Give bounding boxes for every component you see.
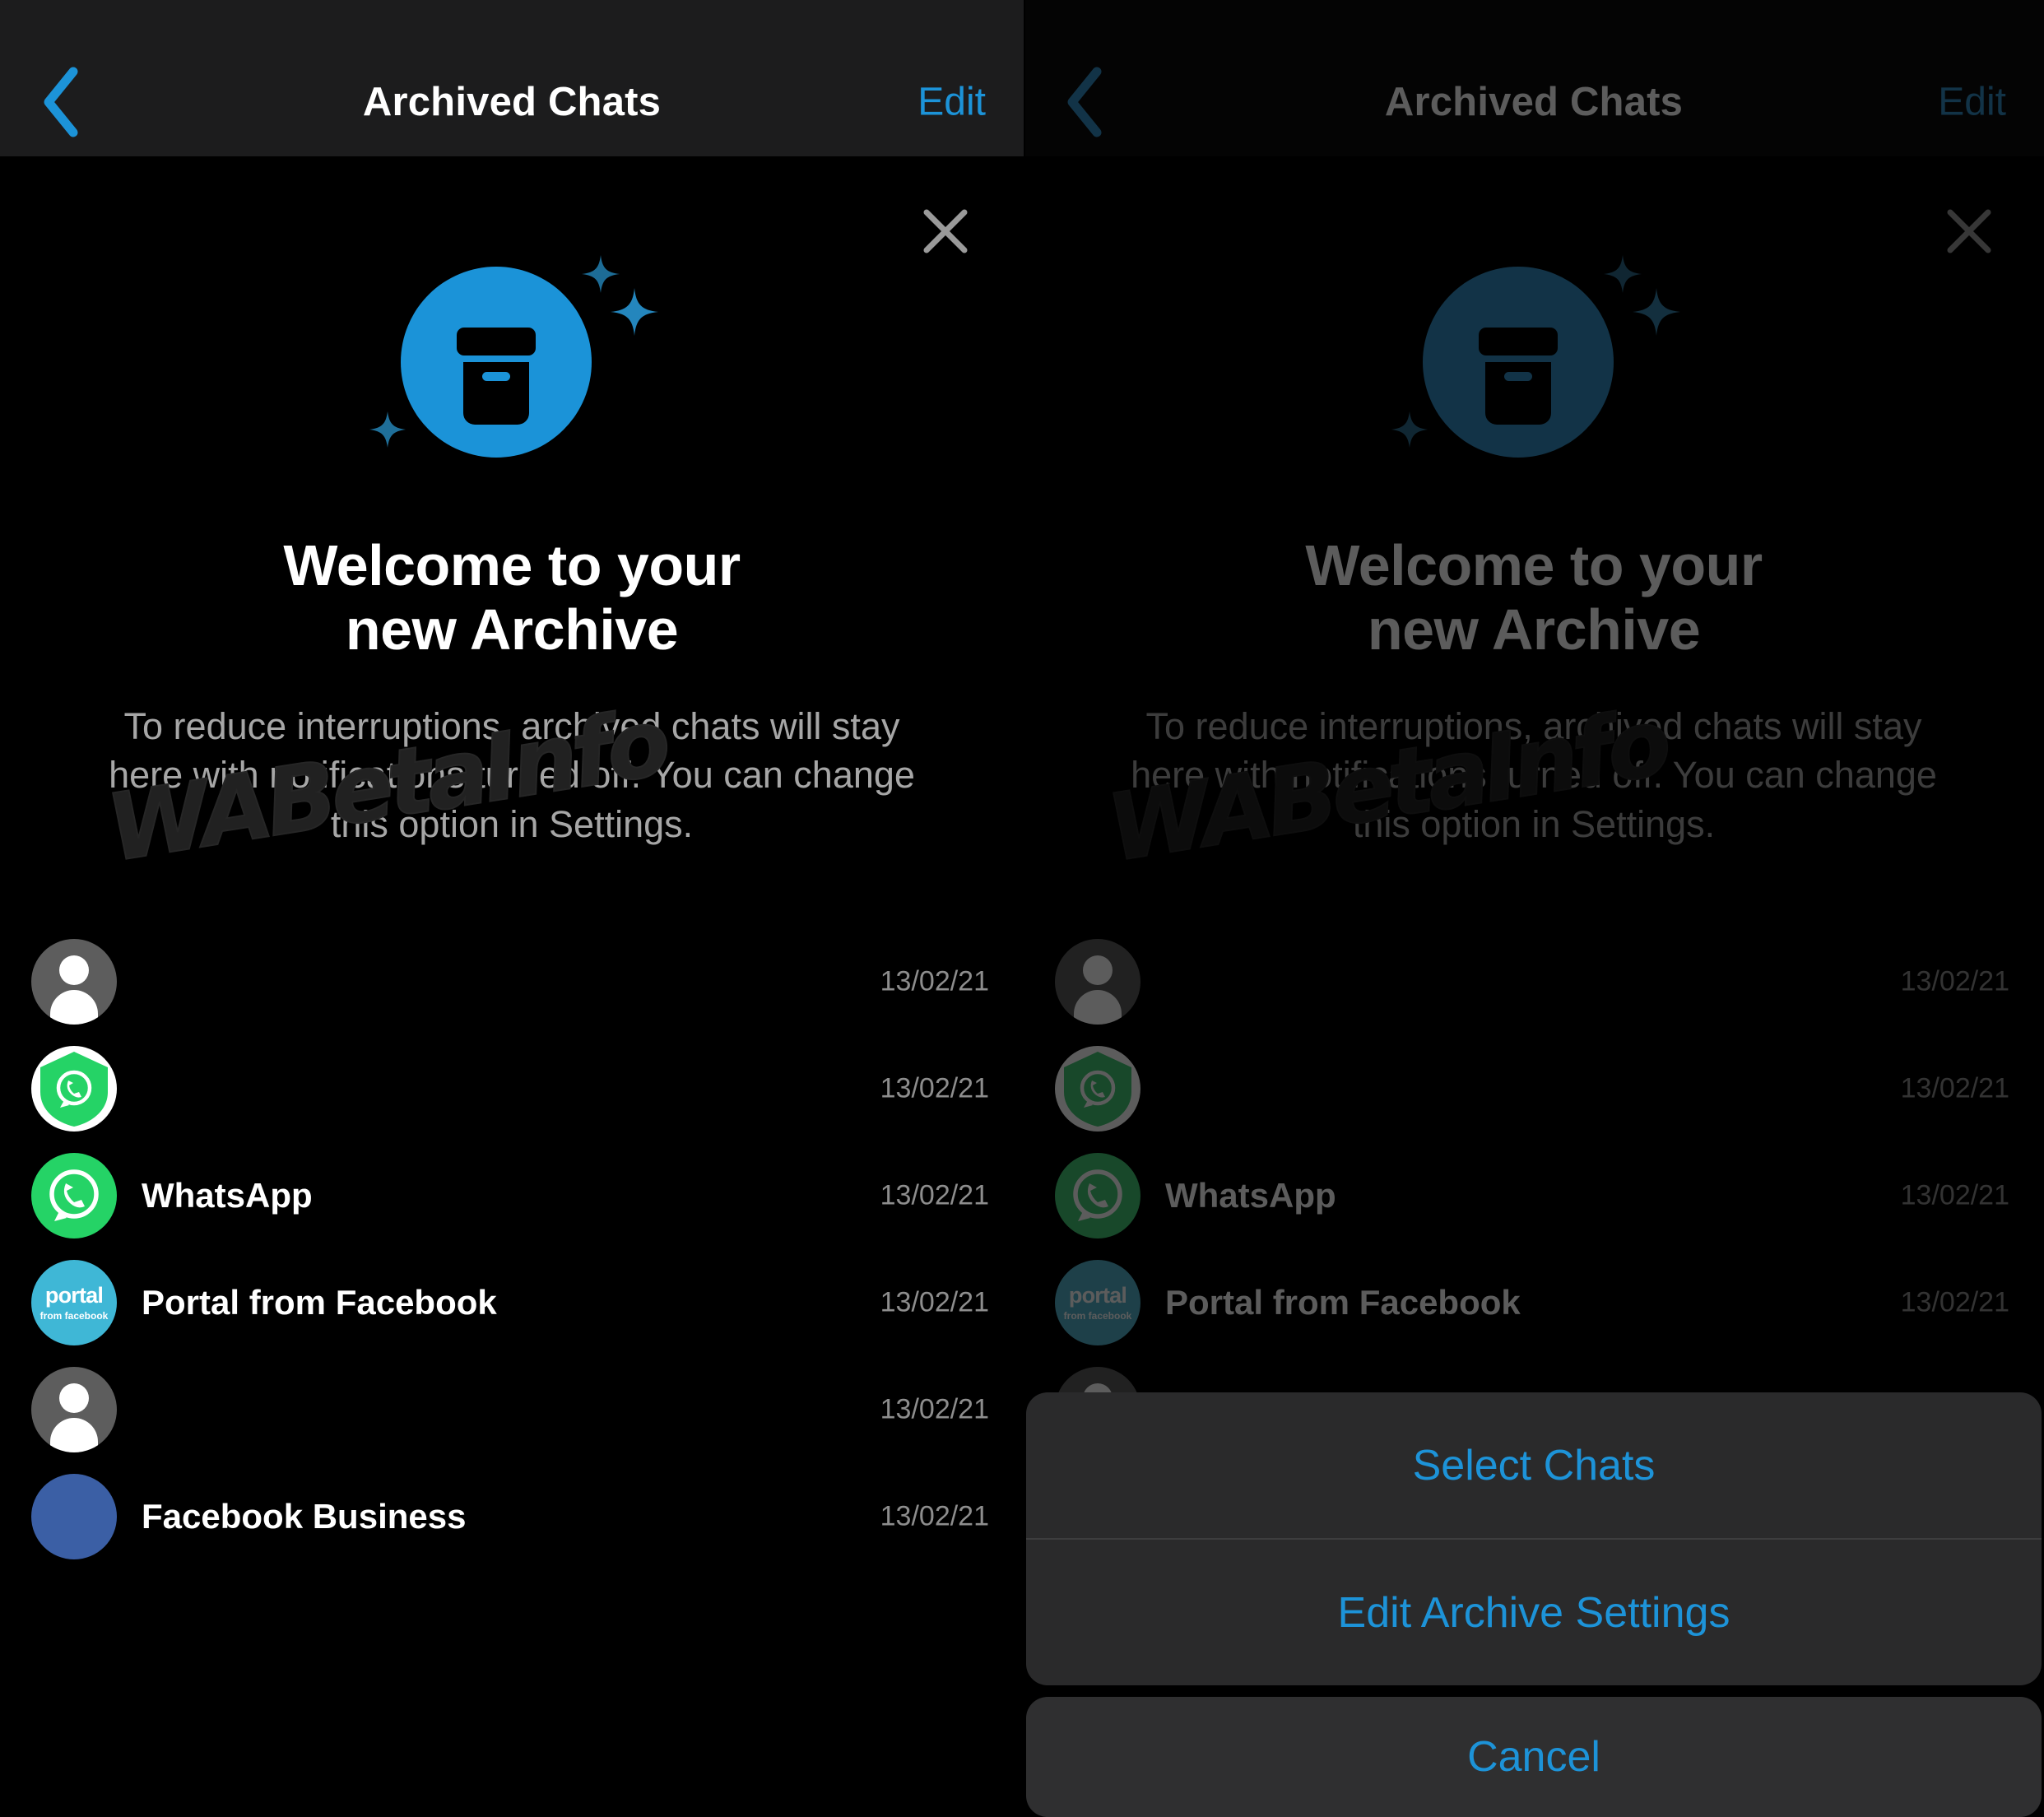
chat-date: 13/02/21 [880, 1179, 989, 1211]
list-item[interactable]: portal from facebook Portal from Faceboo… [1024, 1249, 2044, 1356]
default-person-avatar[interactable] [31, 939, 117, 1025]
navigation-bar: Archived Chats Edit [0, 0, 1024, 156]
whatsapp-avatar[interactable] [1055, 1153, 1140, 1238]
hero-title-line-1: Welcome to your [1305, 533, 1763, 597]
chat-name: Portal from Facebook [142, 1283, 497, 1322]
archive-box-icon [1479, 328, 1558, 425]
default-person-avatar[interactable] [1055, 939, 1140, 1025]
hero-title: Welcome to your new Archive [117, 533, 907, 662]
right-screen-panel: Welcome to your new Archive To reduce in… [1024, 0, 2044, 1817]
page-title: Archived Chats [1384, 80, 1684, 124]
left-screen-content: Welcome to your new Archive To reduce in… [0, 0, 1024, 1817]
facebook-business-avatar[interactable] [31, 1474, 117, 1559]
chat-date: 13/02/21 [880, 1072, 989, 1104]
sparkle-icon [1633, 288, 1680, 336]
list-item[interactable]: 13/02/21 [1024, 1035, 2044, 1142]
archive-icon-group [369, 249, 658, 495]
chat-date: 13/02/21 [880, 1393, 989, 1425]
chat-name: WhatsApp [1165, 1176, 1336, 1215]
close-icon[interactable] [1944, 206, 1995, 257]
list-item[interactable]: portal from facebook Portal from Faceboo… [0, 1249, 1024, 1356]
chat-date: 13/02/21 [880, 1286, 989, 1318]
archive-box-icon [457, 328, 536, 425]
action-sheet: Select Chats Edit Archive Settings Cance… [1024, 1392, 2044, 1817]
navigation-bar: Archived Chats Edit [1024, 0, 2044, 156]
list-item[interactable]: Facebook Business 13/02/21 [0, 1463, 1024, 1570]
list-item[interactable]: 13/02/21 [0, 928, 1024, 1035]
list-item[interactable]: WhatsApp 13/02/21 [0, 1142, 1024, 1249]
hero-title: Welcome to your new Archive [1139, 533, 1929, 662]
chat-date: 13/02/21 [880, 965, 989, 997]
edit-archive-settings-button[interactable]: Edit Archive Settings [1026, 1540, 2042, 1685]
screenshot-stage: Welcome to your new Archive To reduce in… [0, 0, 2044, 1817]
whatsapp-avatar[interactable] [31, 1153, 117, 1238]
hero-title-line-2: new Archive [345, 597, 679, 662]
list-item[interactable]: 13/02/21 [0, 1356, 1024, 1463]
chat-date: 13/02/21 [1900, 1179, 2009, 1211]
portal-avatar[interactable]: portal from facebook [1055, 1260, 1140, 1345]
page-title: Archived Chats [362, 80, 662, 124]
sparkle-icon [1391, 411, 1428, 448]
chat-date: 13/02/21 [1900, 1286, 2009, 1318]
portal-avatar-line-2: from facebook [1063, 1310, 1132, 1322]
hero-title-line-1: Welcome to your [283, 533, 741, 597]
select-chats-button[interactable]: Select Chats [1026, 1392, 2042, 1538]
list-item[interactable]: WhatsApp 13/02/21 [1024, 1142, 2044, 1249]
edit-button[interactable]: Edit [917, 80, 986, 125]
chat-date: 13/02/21 [1900, 965, 2009, 997]
sparkle-icon [611, 288, 658, 336]
chat-name: WhatsApp [142, 1176, 313, 1215]
edit-button[interactable]: Edit [1938, 80, 2006, 125]
portal-avatar-line-1: portal [1068, 1283, 1127, 1308]
portal-avatar[interactable]: portal from facebook [31, 1260, 117, 1345]
portal-avatar-line-2: from facebook [39, 1310, 109, 1322]
close-icon[interactable] [920, 206, 971, 257]
chat-name: Portal from Facebook [1165, 1283, 1521, 1322]
list-item[interactable]: 13/02/21 [1024, 928, 2044, 1035]
portal-avatar-line-1: portal [44, 1283, 104, 1308]
default-person-avatar[interactable] [31, 1367, 117, 1452]
sparkle-icon [369, 411, 406, 448]
left-screen-panel: Welcome to your new Archive To reduce in… [0, 0, 1024, 1817]
archived-chat-list: 13/02/21 13/02/21 WhatsApp 13/02/21 port… [0, 928, 1024, 1570]
archive-icon-group [1391, 249, 1680, 495]
cancel-button[interactable]: Cancel [1026, 1697, 2042, 1817]
chat-name: Facebook Business [142, 1497, 467, 1536]
chat-date: 13/02/21 [880, 1500, 989, 1532]
panel-divider [1024, 0, 1025, 1817]
action-sheet-options: Select Chats Edit Archive Settings [1026, 1392, 2042, 1685]
list-item[interactable]: 13/02/21 [0, 1035, 1024, 1142]
hero-title-line-2: new Archive [1367, 597, 1701, 662]
chat-date: 13/02/21 [1900, 1072, 2009, 1104]
whatsapp-verified-avatar[interactable] [31, 1046, 117, 1132]
whatsapp-verified-avatar[interactable] [1055, 1046, 1140, 1132]
